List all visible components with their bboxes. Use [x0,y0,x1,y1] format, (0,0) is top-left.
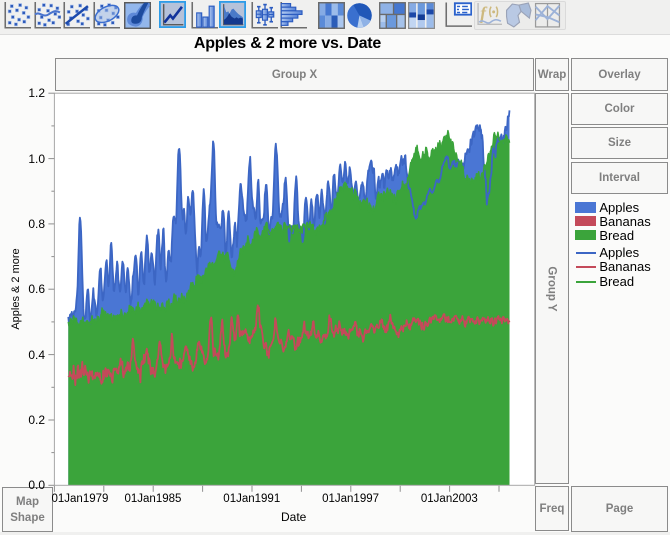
svg-text:f: f [480,3,488,23]
